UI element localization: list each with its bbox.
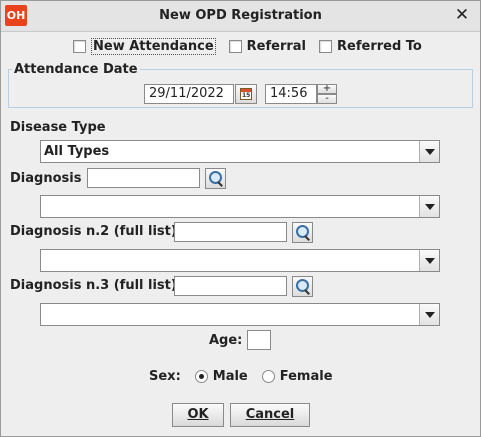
- checkbox-box[interactable]: [73, 40, 86, 53]
- male-radio[interactable]: Male: [194, 369, 248, 384]
- chevron-down-icon[interactable]: [419, 304, 439, 325]
- calendar-icon: 15: [240, 88, 252, 100]
- calendar-icon-day: 15: [242, 92, 251, 99]
- diagnosis-search-button[interactable]: [205, 168, 226, 189]
- attendance-date-legend: Attendance Date: [14, 62, 138, 77]
- cancel-button-label: Cancel: [245, 407, 295, 422]
- new-attendance-label: New Attendance: [91, 38, 216, 55]
- diagnosis-2-search-button[interactable]: [292, 222, 313, 243]
- magnifier-handle: [304, 235, 310, 241]
- female-radio[interactable]: Female: [261, 369, 333, 384]
- window-title: New OPD Registration: [159, 8, 322, 23]
- sex-label: Sex:: [149, 369, 181, 384]
- diagnosis-2-select[interactable]: [40, 249, 440, 272]
- diagnosis-select[interactable]: [40, 195, 440, 218]
- diagnosis-3-search-input[interactable]: [174, 276, 287, 296]
- radio-selected[interactable]: [194, 370, 208, 383]
- diagnosis-2-search-input[interactable]: [174, 222, 287, 242]
- ok-button-label: OK: [187, 407, 209, 422]
- title-bar[interactable]: OH New OPD Registration ✕: [1, 1, 480, 32]
- disease-type-label: Disease Type: [10, 120, 106, 135]
- diagnosis-3-select[interactable]: [40, 303, 440, 326]
- visit-type-checkboxes: New Attendance Referral Referred To: [73, 38, 435, 55]
- new-attendance-checkbox[interactable]: New Attendance: [73, 38, 216, 55]
- magnifier-handle: [304, 289, 310, 295]
- referred-to-checkbox[interactable]: Referred To: [319, 38, 422, 55]
- radio-unselected[interactable]: [261, 370, 275, 383]
- diagnosis-3-label: Diagnosis n.3 (full list): [10, 278, 177, 293]
- magnifier-handle: [217, 181, 223, 187]
- age-input[interactable]: [247, 330, 271, 350]
- chevron-down-icon[interactable]: [419, 250, 439, 271]
- referral-label: Referral: [246, 39, 307, 54]
- chevron-down-icon[interactable]: [419, 196, 439, 217]
- attendance-date-input[interactable]: 29/11/2022: [144, 84, 234, 104]
- diagnosis-label: Diagnosis: [10, 171, 82, 186]
- disease-type-value: All Types: [44, 144, 110, 159]
- chevron-down-icon[interactable]: [419, 141, 439, 162]
- calendar-button[interactable]: 15: [235, 84, 257, 104]
- attendance-time-input[interactable]: 14:56: [265, 84, 317, 104]
- age-label: Age:: [209, 333, 243, 348]
- referred-to-label: Referred To: [337, 39, 422, 54]
- ok-button[interactable]: OK: [172, 403, 224, 427]
- opd-registration-dialog: OH New OPD Registration ✕ New Attendance…: [0, 0, 481, 437]
- disease-type-select[interactable]: All Types: [40, 140, 440, 163]
- sex-radio-group: Sex: Male Female: [149, 369, 333, 384]
- time-decrement-button[interactable]: -: [317, 94, 337, 104]
- diagnosis-3-search-button[interactable]: [292, 276, 313, 297]
- cancel-button[interactable]: Cancel: [230, 403, 310, 427]
- checkbox-box[interactable]: [228, 40, 242, 53]
- close-button[interactable]: ✕: [453, 6, 471, 24]
- diagnosis-search-input[interactable]: [87, 168, 200, 188]
- checkbox-box[interactable]: [319, 40, 333, 53]
- diagnosis-2-label: Diagnosis n.2 (full list): [10, 224, 177, 239]
- female-label: Female: [279, 369, 333, 384]
- referral-checkbox[interactable]: Referral: [228, 38, 307, 55]
- male-label: Male: [212, 369, 248, 384]
